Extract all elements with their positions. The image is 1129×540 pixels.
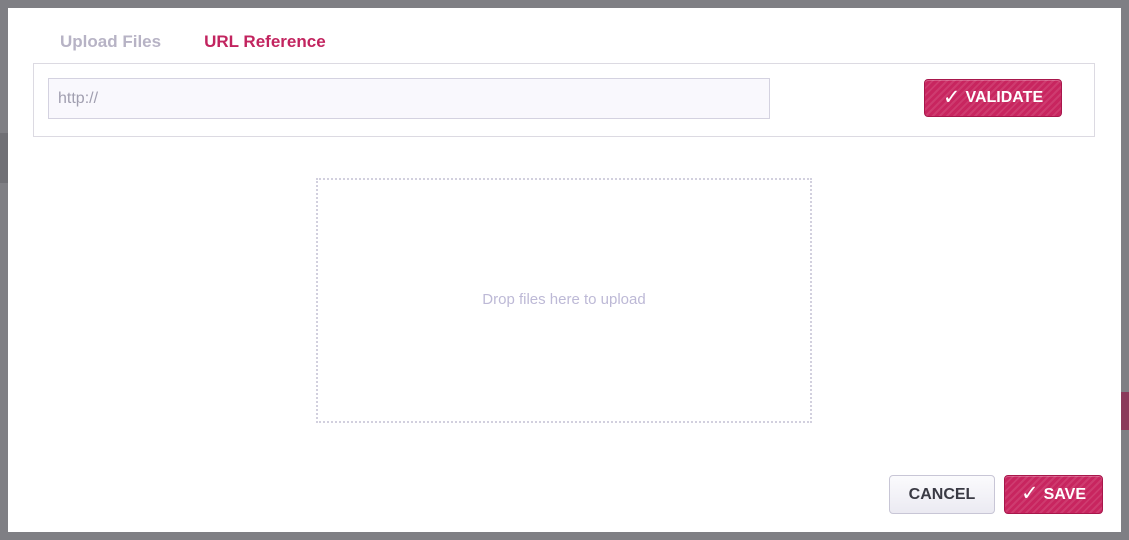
url-reference-panel: ✓ VALIDATE [33,63,1095,137]
dropzone-text: Drop files here to upload [482,291,646,308]
save-button[interactable]: ✓ SAVE [1004,475,1103,514]
save-button-label: SAVE [1043,485,1086,503]
tab-bar: Upload Files URL Reference [60,32,326,52]
validate-button[interactable]: ✓ VALIDATE [924,79,1062,117]
file-dropzone[interactable]: Drop files here to upload [316,178,812,423]
checkmark-icon: ✓ [1021,481,1039,505]
cancel-button[interactable]: CANCEL [889,475,995,514]
tab-upload-files[interactable]: Upload Files [60,32,161,52]
upload-modal: Upload Files URL Reference ✓ VALIDATE Dr… [8,8,1121,532]
validate-button-label: VALIDATE [965,89,1044,106]
checkmark-icon: ✓ [942,84,961,109]
url-input[interactable] [48,78,770,119]
tab-url-reference[interactable]: URL Reference [204,32,326,52]
